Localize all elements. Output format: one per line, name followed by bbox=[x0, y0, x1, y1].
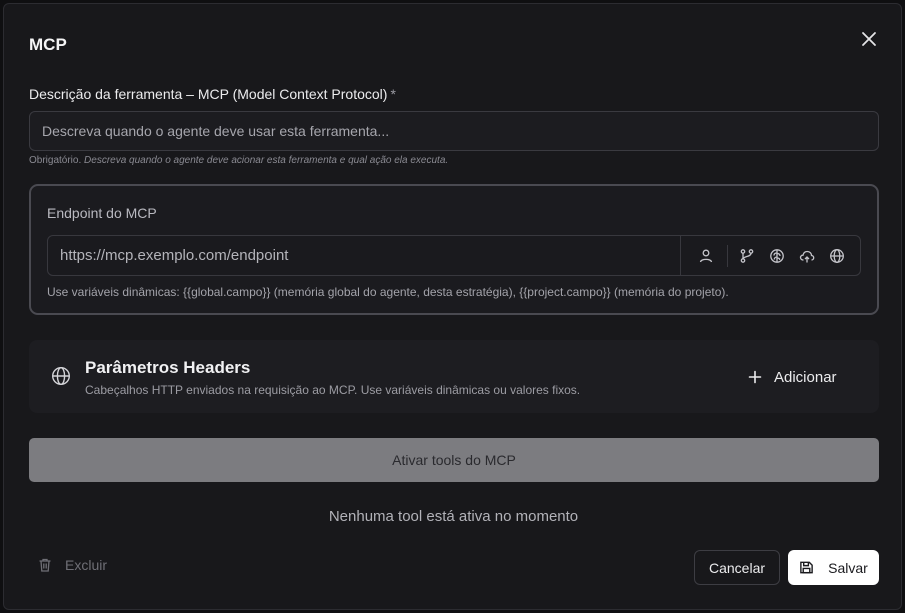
close-button[interactable] bbox=[856, 26, 882, 52]
headers-subtitle: Cabeçalhos HTTP enviados na requisição a… bbox=[85, 383, 581, 397]
description-label: Descrição da ferramenta – MCP (Model Con… bbox=[29, 86, 396, 102]
save-icon bbox=[799, 560, 814, 575]
endpoint-field bbox=[47, 235, 861, 276]
close-icon bbox=[861, 31, 877, 47]
cloud-icon[interactable] bbox=[796, 245, 818, 267]
delete-label: Excluir bbox=[65, 557, 108, 573]
headers-title: Parâmetros Headers bbox=[85, 358, 251, 377]
activate-tools-button[interactable]: Ativar tools do MCP bbox=[29, 438, 879, 482]
description-hint: Obrigatório. Descreva quando o agente de… bbox=[29, 155, 448, 166]
endpoint-hint: Use variáveis dinâmicas: {{global.campo}… bbox=[47, 285, 729, 299]
description-hint-prefix: Obrigatório. bbox=[29, 155, 82, 166]
required-mark: * bbox=[390, 86, 396, 102]
endpoint-input[interactable] bbox=[48, 236, 680, 275]
brain-icon[interactable] bbox=[766, 245, 788, 267]
endpoint-title: Endpoint do MCP bbox=[47, 205, 157, 221]
headers-section: Parâmetros Headers Cabeçalhos HTTP envia… bbox=[29, 340, 879, 413]
dialog-title: MCP bbox=[29, 35, 67, 54]
save-label: Salvar bbox=[828, 559, 868, 576]
description-label-text: Descrição da ferramenta – MCP (Model Con… bbox=[29, 86, 388, 102]
add-header-label: Adicionar bbox=[774, 368, 837, 386]
globe-icon[interactable] bbox=[826, 245, 848, 267]
save-button[interactable]: Salvar bbox=[788, 550, 879, 585]
git-branch-icon[interactable] bbox=[736, 245, 758, 267]
mcp-dialog: MCP Descrição da ferramenta – MCP (Model… bbox=[3, 3, 902, 610]
cancel-button[interactable]: Cancelar bbox=[694, 550, 780, 585]
description-hint-text: Descreva quando o agente deve acionar es… bbox=[84, 155, 449, 166]
delete-button[interactable]: Excluir bbox=[37, 557, 107, 573]
globe-icon bbox=[51, 366, 71, 386]
endpoint-card: Endpoint do MCP https://mcp.exemplo.com/… bbox=[29, 184, 879, 315]
description-input[interactable] bbox=[29, 111, 879, 151]
user-icon[interactable] bbox=[695, 245, 717, 267]
trash-icon bbox=[37, 557, 53, 573]
no-tools-message: Nenhuma tool está ativa no momento bbox=[328, 508, 579, 525]
variable-icons bbox=[680, 236, 860, 275]
plus-icon bbox=[748, 370, 762, 384]
icon-divider bbox=[727, 244, 728, 267]
add-header-button[interactable]: Adicionar bbox=[738, 362, 847, 392]
